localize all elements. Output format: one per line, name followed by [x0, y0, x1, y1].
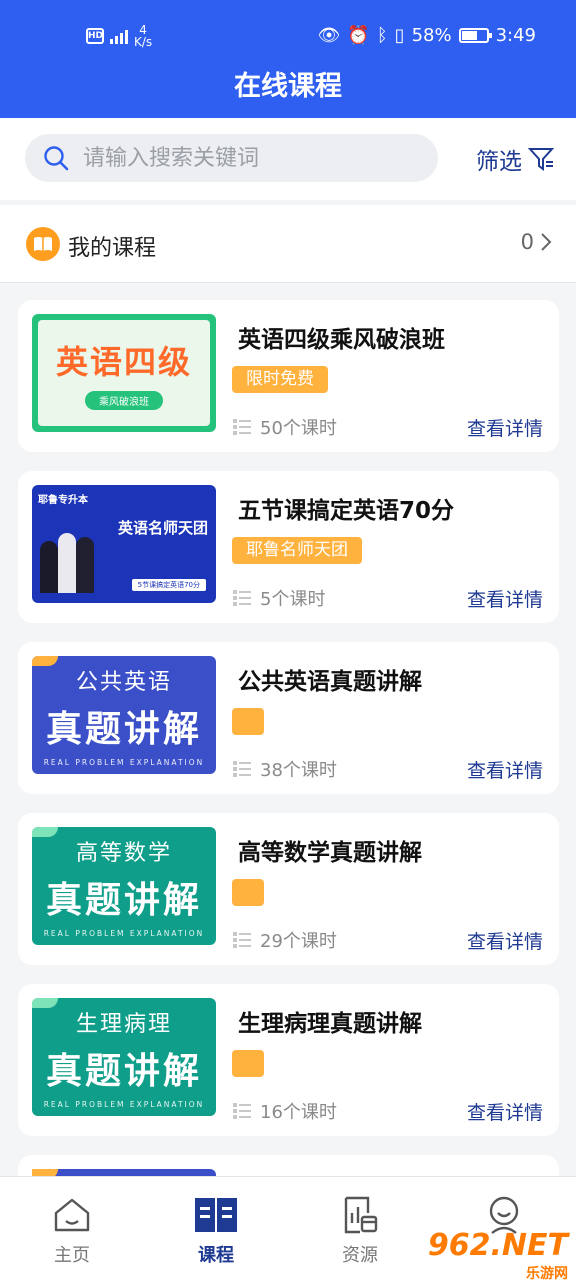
view-details-link[interactable]: 查看详情 — [467, 414, 543, 441]
network-speed: 4 K/s — [134, 23, 153, 49]
hd-icon: HD — [86, 28, 104, 44]
thumb-sub-text: REAL PROBLEM EXPLANATION — [43, 757, 205, 767]
course-thumbnail: 英语四级 乘风破浪班 — [32, 314, 216, 432]
view-details-link[interactable]: 查看详情 — [467, 1098, 543, 1125]
course-tag — [232, 879, 264, 906]
nav-home-label: 主页 — [54, 1245, 90, 1266]
signal-icon — [110, 28, 128, 44]
view-details-link[interactable]: 查看详情 — [467, 927, 543, 954]
list-icon — [233, 761, 251, 777]
thumb-sub-text: 乘风破浪班 — [85, 390, 163, 410]
thumb-sub-text: REAL PROBLEM EXPLANATION — [43, 928, 205, 938]
course-card[interactable]: 高等数学 真题讲解 REAL PROBLEM EXPLANATION 高等数学真… — [18, 813, 559, 965]
search-box[interactable] — [25, 134, 438, 182]
course-lessons: 50个课时 — [232, 414, 337, 440]
status-bar: HD 4 K/s 👁 ⏰ ᛒ ▯ 58% 3:49 — [0, 22, 576, 52]
thumb-small-text: 生理病理 — [75, 1011, 172, 1037]
nav-courses-label: 课程 — [198, 1245, 234, 1266]
thumb-sub-text: REAL PROBLEM EXPLANATION — [43, 1099, 205, 1109]
course-title: 五节课搞定英语70分 — [238, 498, 455, 524]
course-title: 生理病理真题讲解 — [238, 1011, 422, 1037]
course-lessons: 5个课时 — [232, 585, 325, 611]
home-icon — [54, 1198, 90, 1232]
filter-icon — [528, 148, 554, 171]
battery-percent: 58% — [411, 25, 452, 46]
search-icon — [44, 146, 69, 171]
course-card[interactable]: 英语四级 乘风破浪班 英语四级乘风破浪班 限时免费 50个课时 查看详情 — [18, 300, 559, 452]
course-card[interactable]: 公共英语 真题讲解 REAL PROBLEM EXPLANATION 公共英语真… — [18, 642, 559, 794]
course-tag: 限时免费 — [232, 366, 328, 393]
book-badge-icon — [26, 227, 60, 261]
nav-courses[interactable]: 课程 — [144, 1177, 288, 1280]
bluetooth-icon: ᛒ — [376, 25, 388, 46]
thumb-small-text: 耶鲁专升本 — [38, 495, 88, 506]
list-icon — [233, 932, 251, 948]
course-thumbnail: 公共英语 真题讲解 REAL PROBLEM EXPLANATION — [32, 656, 216, 774]
list-icon — [233, 419, 251, 435]
search-input[interactable] — [83, 145, 403, 171]
nav-resources[interactable]: 资源 — [288, 1177, 432, 1280]
search-bar: 筛选 — [0, 118, 576, 200]
course-title: 英语四级乘风破浪班 — [238, 327, 445, 353]
app-header: HD 4 K/s 👁 ⏰ ᛒ ▯ 58% 3:49 在线课程 — [0, 0, 576, 118]
course-tag — [232, 1050, 264, 1077]
status-left: HD 4 K/s — [86, 24, 152, 48]
course-lessons: 16个课时 — [232, 1098, 337, 1124]
view-details-link[interactable]: 查看详情 — [467, 585, 543, 612]
course-tag: 耶鲁名师天团 — [232, 537, 362, 564]
page-title: 在线课程 — [234, 71, 342, 102]
nav-home[interactable]: 主页 — [0, 1177, 144, 1280]
alarm-icon: ⏰ — [347, 25, 370, 46]
course-thumbnail: 生理病理 真题讲解 REAL PROBLEM EXPLANATION — [32, 998, 216, 1116]
site-watermark: 962.NET 乐游网 — [427, 1228, 568, 1280]
view-details-link[interactable]: 查看详情 — [467, 756, 543, 783]
filter-button[interactable]: 筛选 — [476, 142, 554, 176]
course-card[interactable]: 耶鲁专升本 英语名师天团 5节课搞定英语70分 五节课搞定英语70分 耶鲁名师天… — [18, 471, 559, 623]
my-courses-row[interactable]: 我的课程 0 — [0, 205, 576, 283]
vibrate-icon: ▯ — [394, 25, 405, 46]
course-lessons: 29个课时 — [232, 927, 337, 953]
clock: 3:49 — [495, 25, 536, 46]
thumb-small-text: 公共英语 — [75, 669, 172, 695]
course-lessons: 38个课时 — [232, 756, 337, 782]
course-title: 公共英语真题讲解 — [238, 669, 422, 695]
eye-icon: 👁 — [317, 25, 341, 46]
my-courses-count: 0 — [521, 230, 552, 254]
thumb-small-text: 高等数学 — [75, 840, 172, 866]
thumb-big-text: 真题讲解 — [45, 1050, 202, 1092]
list-icon — [233, 590, 251, 606]
course-tag — [232, 708, 264, 735]
battery-icon — [458, 28, 492, 43]
thumb-big-text: 英语四级 — [55, 342, 192, 381]
list-icon — [233, 1103, 251, 1119]
course-title: 高等数学真题讲解 — [238, 840, 422, 866]
course-card[interactable]: 生理病理 真题讲解 REAL PROBLEM EXPLANATION 生理病理真… — [18, 984, 559, 1136]
book-icon — [195, 1198, 237, 1232]
status-right: 👁 ⏰ ᛒ ▯ 58% 3:49 — [318, 25, 536, 46]
chevron-right-icon — [541, 233, 552, 251]
course-thumbnail: 高等数学 真题讲解 REAL PROBLEM EXPLANATION — [32, 827, 216, 945]
nav-resources-label: 资源 — [342, 1245, 378, 1266]
thumb-big-text: 真题讲解 — [45, 708, 202, 750]
thumb-big-text: 真题讲解 — [45, 879, 202, 921]
course-thumbnail: 耶鲁专升本 英语名师天团 5节课搞定英语70分 — [32, 485, 216, 603]
resource-icon — [344, 1196, 378, 1234]
my-courses-label: 我的课程 — [68, 236, 157, 261]
thumb-big-text: 英语名师天团 — [117, 519, 208, 537]
filter-label: 筛选 — [476, 149, 522, 175]
thumb-sub-text: 5节课搞定英语70分 — [131, 579, 206, 591]
